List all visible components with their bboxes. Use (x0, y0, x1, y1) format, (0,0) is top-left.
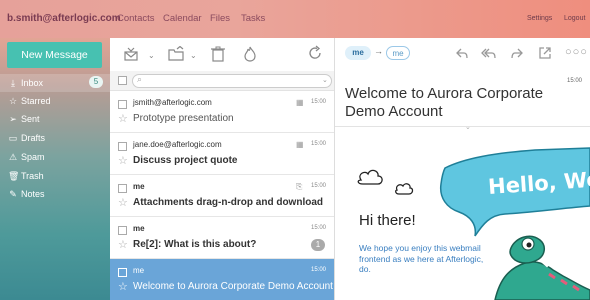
top-bar: b.smith@afterlogic.com Contacts Calendar… (0, 0, 590, 38)
message-time: 15:00 (311, 183, 327, 189)
chevron-down-icon[interactable]: ⌄ (148, 48, 155, 64)
greeting-heading: Hi there! (359, 212, 416, 229)
divider (335, 126, 590, 127)
sidebar: New Message ⤓ Inbox 5 ☆ Starred ➢ Sent ▭… (0, 38, 110, 300)
message-row[interactable]: jsmith@afterlogic.com ▦ 15:00 ☆ Prototyp… (110, 91, 334, 133)
forward-icon[interactable] (510, 46, 524, 60)
search-options-chevron-icon[interactable]: ⌄ (322, 76, 328, 84)
folder-inbox[interactable]: ⤓ Inbox 5 (0, 74, 110, 92)
search-icon: ⌕ (137, 74, 143, 84)
folder-label: Inbox (21, 78, 44, 88)
message-checkbox[interactable] (118, 184, 127, 193)
message-sender: jsmith@afterlogic.com (133, 98, 212, 107)
message-time: 15:00 (311, 141, 327, 147)
select-all-checkbox[interactable] (118, 76, 127, 85)
message-subject-heading: Welcome to Aurora Corporate Demo Account (345, 85, 544, 120)
message-row[interactable]: jane.doe@afterlogic.com ▦ 15:00 ☆ Discus… (110, 133, 334, 175)
nav-calendar[interactable]: Calendar (163, 13, 202, 24)
message-time: 15:00 (311, 267, 327, 273)
list-toolbar: ⌄ ⌄ (110, 38, 334, 71)
new-message-button[interactable]: New Message (7, 42, 102, 68)
calendar-icon: ▦ (296, 98, 304, 107)
unread-count-badge: 5 (89, 76, 103, 88)
arrow-right-icon: → (374, 46, 383, 56)
nav-contacts[interactable]: Contacts (117, 13, 155, 24)
message-time: 15:00 (311, 99, 327, 105)
to-chip[interactable]: me (386, 46, 410, 60)
message-subject: Discuss project quote (133, 155, 238, 166)
spam-fire-icon[interactable] (243, 46, 257, 62)
message-checkbox[interactable] (118, 226, 127, 235)
spam-icon: ⚠ (8, 152, 18, 162)
message-sender: me (133, 224, 145, 233)
folder-spam[interactable]: ⚠ Spam (0, 148, 110, 166)
refresh-icon[interactable] (307, 45, 323, 61)
account-email[interactable]: b.smith@afterlogic.com (7, 13, 121, 24)
message-subject: Re[2]: What is this about? (133, 239, 257, 250)
delete-icon[interactable] (211, 46, 225, 62)
trash-icon: 🗑 (8, 171, 20, 181)
message-checkbox[interactable] (118, 142, 127, 151)
folder-label: Trash (21, 171, 44, 181)
message-row[interactable]: me 15:00 ☆ Re[2]: What is this about? 1 (110, 217, 334, 259)
message-time: 15:00 (311, 225, 327, 231)
message-body: Hello, World Hi there! We hope you enjoy… (335, 128, 590, 300)
welcome-blurb: We hope you enjoy this webmail frontend … (359, 243, 484, 274)
search-input[interactable] (132, 74, 332, 88)
message-viewer: me → me ○○○ 15:00 Welcome to Aurora Corp… (335, 38, 590, 300)
folder-label: Notes (21, 189, 45, 199)
folder-label: Spam (21, 152, 45, 162)
folder-label: Starred (21, 96, 51, 106)
message-subject: Prototype presentation (133, 113, 234, 124)
message-checkbox[interactable] (118, 268, 127, 277)
message-row-selected[interactable]: me 15:00 ☆ Welcome to Aurora Corporate D… (110, 259, 334, 300)
message-time: 15:00 (567, 78, 583, 84)
message-subject: Welcome to Aurora Corporate Demo Account (133, 281, 333, 292)
folder-label: Drafts (21, 133, 46, 143)
star-icon[interactable]: ☆ (118, 154, 128, 167)
notes-icon: ✎ (9, 189, 17, 199)
nav-files[interactable]: Files (210, 13, 230, 24)
move-to-folder-icon[interactable] (168, 46, 184, 62)
attachment-icon: ⎘ (296, 182, 303, 191)
folder-trash[interactable]: 🗑 Trash (0, 167, 110, 185)
folder-sent[interactable]: ➢ Sent (0, 110, 110, 128)
message-subject: Attachments drag-n-drop and download (133, 197, 323, 208)
folder-notes[interactable]: ✎ Notes (0, 185, 110, 203)
reply-icon[interactable] (455, 46, 469, 60)
calendar-icon: ▦ (296, 140, 304, 149)
folder-drafts[interactable]: ▭ Drafts (0, 129, 110, 147)
star-icon[interactable]: ☆ (118, 112, 128, 125)
logout-link[interactable]: Logout (564, 15, 585, 22)
message-sender: me (133, 266, 145, 275)
message-row[interactable]: me ⎘ 15:00 ☆ Attachments drag-n-drop and… (110, 175, 334, 217)
star-icon[interactable]: ☆ (118, 196, 128, 209)
drafts-icon: ▭ (8, 133, 18, 143)
star-icon[interactable]: ☆ (118, 280, 128, 293)
from-chip[interactable]: me (345, 46, 371, 60)
thread-count-badge: 1 (311, 239, 325, 251)
chevron-down-icon[interactable]: ⌄ (190, 48, 197, 64)
star-icon: ☆ (8, 96, 18, 106)
folder-label: Sent (21, 114, 40, 124)
star-icon[interactable]: ☆ (118, 238, 128, 251)
check-mail-icon[interactable] (123, 46, 139, 62)
inbox-icon: ⤓ (11, 78, 15, 88)
message-checkbox[interactable] (118, 100, 127, 109)
folder-starred[interactable]: ☆ Starred (0, 92, 110, 110)
reply-all-icon[interactable] (481, 46, 497, 60)
message-sender: jane.doe@afterlogic.com (133, 140, 222, 149)
settings-link[interactable]: Settings (527, 15, 552, 22)
nav-tasks[interactable]: Tasks (241, 13, 265, 24)
send-icon: ➢ (9, 114, 17, 124)
more-options-icon[interactable]: ○○○ (565, 46, 588, 58)
message-sender: me (133, 182, 145, 191)
message-list: ⌄ ⌄ ⌕ ⌄ jsmith@afterlogic.com ▦ 15:00 ☆ … (110, 38, 335, 300)
search-row: ⌕ ⌄ (110, 71, 334, 91)
open-new-window-icon[interactable] (538, 46, 552, 60)
